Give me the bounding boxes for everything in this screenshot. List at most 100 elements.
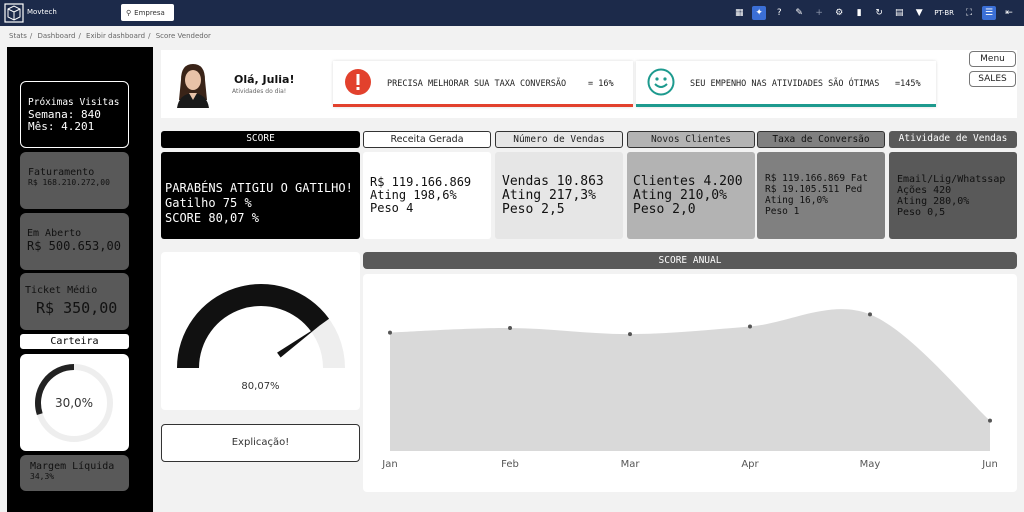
fullscreen-icon[interactable]: ⛶ xyxy=(962,6,976,20)
help-icon[interactable]: ? xyxy=(772,6,786,20)
tab-sales-activity[interactable]: Atividade de Vendas xyxy=(889,131,1017,148)
x-tick-feb: Feb xyxy=(501,459,519,470)
company-filter-label: Empresa xyxy=(134,8,165,17)
annual-score-area xyxy=(390,309,990,451)
avatar xyxy=(175,60,211,108)
effort-alert-value: =145% xyxy=(895,79,921,89)
gauge-value-label: 80,07% xyxy=(241,381,280,392)
activity-metric-actions: Ações 420 xyxy=(897,185,952,196)
top-bar: Movtech ⚲ Empresa ▦ ✦ ? ✎ + ⚙ ▮ ↻ ▤ ▼ PT… xyxy=(0,0,1024,26)
filter-funnel-icon[interactable]: ▼ xyxy=(912,6,926,20)
breadcrumb-current: Score Vendedor xyxy=(155,32,211,40)
greeting-subtitle: Atividades do dia! xyxy=(232,88,287,95)
grid-icon[interactable]: ▦ xyxy=(732,6,746,20)
breadcrumb-exibir[interactable]: Exibir dashboard xyxy=(86,32,145,40)
clients-metric-achievement: Ating 210,0% xyxy=(633,188,727,203)
margin-card: Margem Líquida 34,3% xyxy=(20,455,129,491)
clients-metric-card: Clientes 4.200 Ating 210,0% Peso 2,0 xyxy=(627,152,755,239)
annual-score-point-jan[interactable] xyxy=(388,330,392,335)
ticket-card: Ticket Médio R$ 350,00 xyxy=(20,273,129,330)
gear-icon[interactable]: ⚙ xyxy=(832,6,846,20)
score-gauge xyxy=(177,284,345,368)
x-tick-jan: Jan xyxy=(381,459,397,470)
conversion-metric-card: R$ 119.166.869 Fat R$ 19.105.511 Ped Ati… xyxy=(757,152,885,239)
score-card: PARABÉNS ATIGIU O GATILHO! Gatilho 75 % … xyxy=(161,152,360,239)
open-title: Em Aberto xyxy=(27,228,82,239)
score-message: PARABÉNS ATIGIU O GATILHO! xyxy=(165,181,353,195)
menu-icon[interactable]: ☰ xyxy=(982,6,996,20)
toolbar-icons: ▦ ✦ ? ✎ + ⚙ ▮ ↻ ▤ ▼ PT-BR ⛶ ☰ ⇤ xyxy=(732,0,1016,26)
annual-score-point-feb[interactable] xyxy=(508,326,512,331)
sales-metric-weight: Peso 2,5 xyxy=(502,202,565,217)
effort-alert-text: SEU EMPENHO NAS ATIVIDADES SÃO ÓTIMAS xyxy=(690,79,880,89)
pin-icon[interactable]: ✦ xyxy=(752,6,767,20)
explanation-button[interactable]: Explicação! xyxy=(161,424,360,462)
annual-score-point-jun[interactable] xyxy=(988,418,992,423)
tab-conversion[interactable]: Taxa de Conversão xyxy=(757,131,885,148)
activity-metric-card: Email/Lig/Whatssap Ações 420 Ating 280,0… xyxy=(889,152,1017,239)
activity-metric-achievement: Ating 280,0% xyxy=(897,196,970,207)
clients-metric-weight: Peso 2,0 xyxy=(633,202,696,217)
filter-icon: ⚲ xyxy=(126,8,132,17)
annual-score-point-apr[interactable] xyxy=(748,324,752,329)
tab-score[interactable]: SCORE xyxy=(161,131,360,148)
activity-metric-weight: Peso 0,5 xyxy=(897,207,946,218)
gauge-fill xyxy=(177,284,330,368)
bookmark-icon[interactable]: ▮ xyxy=(852,6,866,20)
clients-metric-value: Clientes 4.200 xyxy=(633,174,743,189)
gauge-needle xyxy=(277,325,320,358)
x-tick-mar: Mar xyxy=(621,459,641,470)
conversion-metric-achievement: Ating 16,0% xyxy=(765,195,828,206)
score-trigger: Gatilho 75 % xyxy=(165,196,252,210)
x-tick-apr: Apr xyxy=(741,459,759,470)
annual-score-chart: Jan Feb Mar Apr May Jun xyxy=(381,309,998,470)
refresh-icon[interactable]: ↻ xyxy=(872,6,886,20)
portfolio-card: 30,0% xyxy=(20,354,129,451)
sales-metric-value: Vendas 10.863 xyxy=(502,174,604,189)
sales-metric-card: Vendas 10.863 Ating 217,3% Peso 2,5 xyxy=(495,152,623,239)
breadcrumb-dashboard[interactable]: Dashboard xyxy=(37,32,75,40)
annual-score-point-mar[interactable] xyxy=(628,332,632,337)
margin-value: 34,3% xyxy=(30,472,55,481)
plus-icon[interactable]: + xyxy=(812,6,826,20)
error-icon xyxy=(345,69,371,95)
revenue-title: Faturamento xyxy=(28,167,95,178)
annual-score-title: SCORE ANUAL xyxy=(363,252,1017,269)
tab-revenue[interactable]: Receita Gerada xyxy=(363,131,491,148)
conversion-metric-revenue: R$ 119.166.869 Fat xyxy=(765,173,868,184)
sales-button[interactable]: SALES xyxy=(969,71,1016,87)
language-selector[interactable]: PT-BR xyxy=(934,9,954,17)
edit-icon[interactable]: ✎ xyxy=(792,6,806,20)
next-visits-card: Próximas Visitas Semana: 840 Mês: 4.201 xyxy=(20,81,129,148)
open-value: R$ 500.653,00 xyxy=(27,239,121,253)
conversion-alert-text: PRECISA MELHORAR SUA TAXA CONVERSÃO xyxy=(387,79,567,89)
tab-sales-count[interactable]: Número de Vendas xyxy=(495,131,623,148)
score-gauge-card: 80,07% xyxy=(161,252,360,410)
portfolio-donut: 30,0% xyxy=(35,364,113,442)
score-value: SCORE 80,07 % xyxy=(165,211,259,225)
annual-score-point-may[interactable] xyxy=(868,312,872,317)
breadcrumb-stats[interactable]: Stats xyxy=(9,32,27,40)
conversion-alert: PRECISA MELHORAR SUA TAXA CONVERSÃO = 16… xyxy=(333,61,633,107)
revenue-metric-weight: Peso 4 xyxy=(370,201,414,215)
conversion-metric-weight: Peso 1 xyxy=(765,206,800,217)
app-name: Movtech xyxy=(27,8,57,16)
revenue-metric-card: R$ 119.166.869 Ating 198,6% Peso 4 xyxy=(363,152,491,239)
menu-button[interactable]: Menu xyxy=(969,51,1016,67)
effort-alert: SEU EMPENHO NAS ATIVIDADES SÃO ÓTIMAS =1… xyxy=(636,61,936,107)
arrow-left-icon[interactable]: ⇤ xyxy=(1002,6,1016,20)
smile-icon xyxy=(647,68,675,96)
margin-title: Margem Líquida xyxy=(30,461,115,472)
logo-icon xyxy=(4,3,24,23)
ticket-value: R$ 350,00 xyxy=(36,299,118,317)
left-panel: Próximas Visitas Semana: 840 Mês: 4.201 … xyxy=(7,47,153,512)
ticket-title: Ticket Médio xyxy=(25,285,98,296)
activity-metric-channels: Email/Lig/Whatssap xyxy=(897,174,1006,185)
open-card: Em Aberto R$ 500.653,00 xyxy=(20,213,129,270)
revenue-card: Faturamento R$ 168.210.272,00 xyxy=(20,152,129,209)
conversion-alert-value: = 16% xyxy=(588,79,614,89)
breadcrumb: Stats / Dashboard / Exibir dashboard / Scor… xyxy=(9,32,211,40)
company-filter[interactable]: ⚲ Empresa xyxy=(121,4,174,21)
calendar-icon[interactable]: ▤ xyxy=(892,6,906,20)
tab-new-clients[interactable]: Novos Clientes xyxy=(627,131,755,148)
